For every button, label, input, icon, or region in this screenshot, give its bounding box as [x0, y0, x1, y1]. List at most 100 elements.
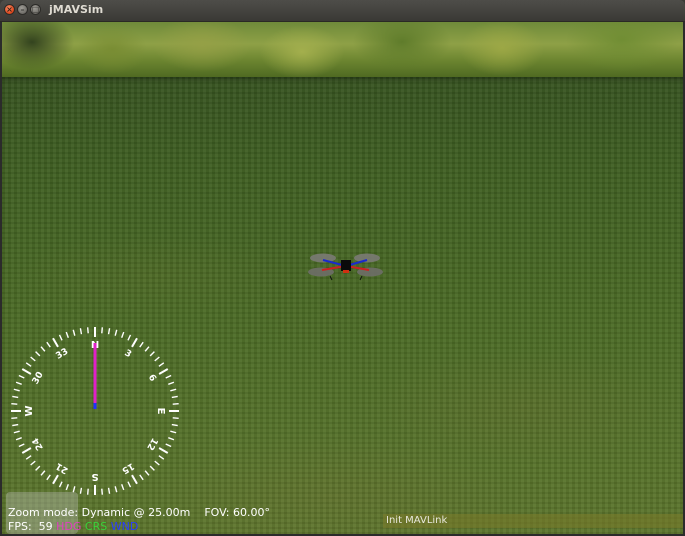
legend-wnd: WND	[110, 520, 139, 533]
compass-tick	[114, 329, 118, 336]
status-bar: Init MAVLink	[383, 514, 683, 528]
compass-tick	[149, 465, 155, 471]
quadcopter-icon	[308, 253, 383, 281]
compass-tick	[86, 488, 89, 495]
compass-tick	[18, 374, 25, 379]
legend-hdg: HDG	[56, 520, 82, 533]
minimize-icon: –	[20, 5, 25, 14]
compass-tick	[101, 488, 104, 495]
compass-tick	[30, 460, 36, 466]
compass-rose: N36E1215S2124W3033	[11, 327, 179, 495]
compass-tick	[79, 487, 83, 494]
compass-tick	[165, 443, 172, 448]
compass-label: 33	[54, 347, 70, 362]
compass-tick	[13, 388, 20, 392]
compass-tick	[172, 417, 179, 420]
compass-tick	[52, 337, 59, 348]
zoom-label: Zoom mode:	[8, 506, 79, 519]
compass-tick	[11, 402, 18, 405]
compass-label: E	[155, 408, 166, 415]
compass-tick	[171, 423, 178, 427]
compass-tick	[25, 455, 32, 460]
horizon-shade	[2, 77, 683, 83]
compass-label: 21	[54, 460, 70, 475]
compass-tick	[25, 362, 32, 367]
compass-tick	[15, 381, 22, 385]
close-icon: ×	[6, 5, 13, 14]
compass-tick	[168, 437, 175, 441]
compass-tick	[131, 337, 138, 348]
compass-tick	[131, 474, 138, 485]
compass-tick	[121, 331, 125, 338]
compass-tick	[46, 474, 51, 481]
compass-label: S	[91, 471, 98, 482]
compass-tick	[172, 402, 179, 405]
compass-tick	[127, 334, 132, 341]
legend-crs: CRS	[84, 520, 108, 533]
compass-tick	[12, 395, 19, 399]
compass-tick	[30, 356, 36, 362]
compass-tick	[46, 341, 51, 348]
compass-tick	[114, 486, 118, 493]
compass-tick	[158, 368, 169, 375]
compass-tick	[35, 465, 41, 471]
compass-tick	[40, 346, 46, 352]
compass-tick	[79, 328, 83, 335]
compass-label: 3	[123, 348, 133, 360]
compass-tick	[139, 474, 144, 481]
compass-tick	[121, 484, 125, 491]
compass-tick	[21, 447, 32, 454]
compass-label: 15	[120, 460, 136, 475]
maximize-icon: □	[31, 5, 40, 14]
compass-tick	[52, 474, 59, 485]
maximize-button[interactable]: □	[30, 4, 41, 15]
compass-label: 30	[31, 370, 46, 386]
fov-value: 60.00°	[232, 506, 270, 519]
compass-tick	[40, 470, 46, 476]
compass-tick	[13, 430, 20, 434]
compass-tick	[58, 481, 63, 488]
compass-tick	[127, 481, 132, 488]
compass-tick	[144, 470, 150, 476]
compass-tick	[86, 327, 89, 334]
zoom-value: Dynamic @ 25.00m	[81, 506, 191, 519]
compass-tick	[149, 351, 155, 357]
compass-tick	[107, 328, 111, 335]
compass-tick	[154, 356, 160, 362]
compass-tick	[15, 437, 22, 441]
compass-tick	[168, 381, 175, 385]
simulation-viewport[interactable]: N36E1215S2124W3033 Zoom mode: Dynamic @ …	[2, 22, 683, 534]
compass-label: 6	[146, 373, 158, 383]
compass-tick	[144, 346, 150, 352]
compass-tick	[171, 395, 178, 399]
compass-tick	[72, 486, 76, 493]
compass-tick	[165, 374, 172, 379]
compass-tick	[72, 329, 76, 336]
compass-tick	[158, 447, 169, 454]
minimize-button[interactable]: –	[17, 4, 28, 15]
compass-tick	[11, 417, 18, 420]
compass-label: W	[24, 405, 35, 416]
fov-label: FOV:	[204, 506, 230, 519]
compass-tick	[65, 331, 69, 338]
compass-tick	[139, 341, 144, 348]
compass-tick	[158, 362, 165, 367]
app-window: × – □ jMAVSim N36E1215S2124W3033	[0, 0, 685, 536]
title-bar[interactable]: × – □ jMAVSim	[0, 0, 685, 22]
window-title: jMAVSim	[49, 3, 104, 16]
compass-tick	[101, 327, 104, 334]
status-text: Init MAVLink	[386, 515, 448, 526]
tree-line-background	[2, 22, 683, 77]
compass-tick	[12, 423, 19, 427]
compass-tick	[170, 430, 177, 434]
compass-label: 12	[144, 436, 159, 452]
compass-tick	[35, 351, 41, 357]
compass-tick	[18, 443, 25, 448]
compass-tick	[107, 487, 111, 494]
close-button[interactable]: ×	[4, 4, 15, 15]
compass-label: 24	[31, 436, 46, 452]
compass-tick	[170, 388, 177, 392]
compass-tick	[154, 460, 160, 466]
fps-value: 59	[38, 520, 53, 533]
compass-tick	[158, 455, 165, 460]
